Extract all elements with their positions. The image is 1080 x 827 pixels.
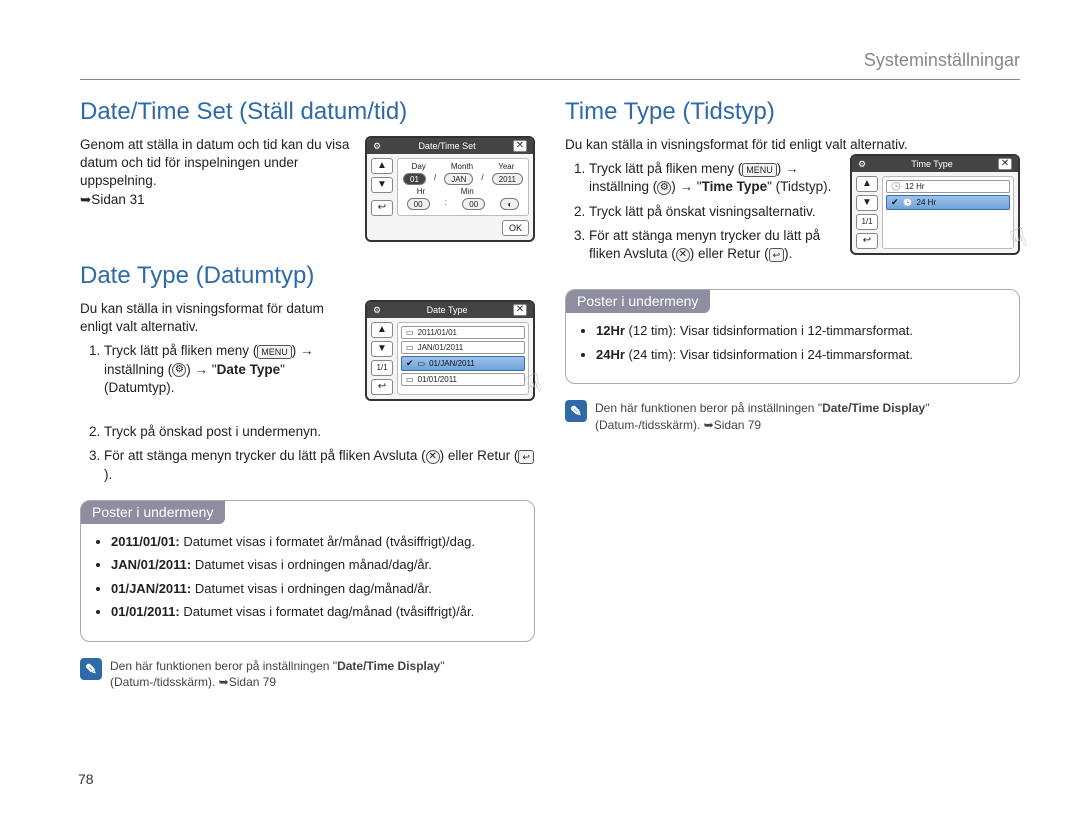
gear-icon: ⚙ [858,159,866,170]
step-1: Tryck lätt på fliken meny (MENU) → instä… [104,342,351,397]
submenu-time-type: Poster i undermeny 12Hr (12 tim): Visar … [565,289,1020,384]
submenu-item: 2011/01/01: Datumet visas i formatet år/… [111,533,516,551]
up-button[interactable]: ▲ [371,322,393,338]
down-button[interactable]: ▼ [371,177,393,193]
note-text: Den här funktionen beror på inställninge… [595,400,1020,432]
hand-icon: ☟ [1006,221,1031,256]
close-icon[interactable]: ✕ [513,140,527,152]
datetime-set-row: Genom att ställa in datum och tid kan du… [80,136,535,242]
close-icon[interactable]: ✕ [513,304,527,316]
return-button[interactable]: ↩ [371,379,393,395]
menu-icon: MENU [257,345,292,359]
page-header: Systeminställningar [80,50,1020,80]
menu-icon: MENU [742,163,777,177]
up-button[interactable]: ▲ [856,176,878,192]
gear-icon: ⚙ [373,141,381,152]
down-button[interactable]: ▼ [856,195,878,211]
section-title-date-type: Date Type (Datumtyp) [80,262,535,290]
step-1: Tryck lätt på fliken meny (MENU) → instä… [589,160,836,196]
date-type-steps-cont: Tryck på önskad post i undermenyn. För a… [80,423,535,484]
return-icon: ↩ [769,248,785,262]
step-3: För att stänga menyn trycker du lätt på … [589,227,836,263]
note-icon: ✎ [80,658,102,680]
submenu-header: Poster i undermeny [80,500,225,524]
step-2: Tryck lätt på önskat visningsalternativ. [589,203,836,221]
lcd-title: Date/Time Set [418,141,475,151]
note-icon: ✎ [565,400,587,422]
lcd-title: Date Type [427,305,468,315]
time-type-intro: Du kan ställa in visningsformat för tid … [565,136,1020,154]
left-column: Date/Time Set (Ställ datum/tid) Genom at… [80,98,535,690]
list-item[interactable]: ▭01/01/2011 [401,373,525,386]
submenu-item: 01/01/2011: Datumet visas i formatet dag… [111,603,516,621]
pager: 1/1 [371,360,393,376]
list-item-selected[interactable]: ✔▭01/JAN/2011 [401,356,525,371]
submenu-item: JAN/01/2011: Datumet visas i ordningen m… [111,556,516,574]
content-columns: Date/Time Set (Ställ datum/tid) Genom at… [80,98,1020,690]
time-type-row: Tryck lätt på fliken meny (MENU) → instä… [565,154,1020,269]
note-time-type: ✎ Den här funktionen beror på inställnin… [565,400,1020,432]
close-icon: ✕ [426,450,440,464]
submenu-item: 01/JAN/2011: Datumet visas i ordningen d… [111,580,516,598]
note-text: Den här funktionen beror på inställninge… [110,658,535,690]
step-3: För att stänga menyn trycker du lätt på … [104,447,535,483]
label-year: Year [498,162,514,171]
datetime-set-text: Genom att ställa in datum och tid kan du… [80,136,351,209]
return-icon: ↩ [518,450,534,464]
value-hr[interactable]: 00 [407,198,430,210]
breadcrumb: Systeminställningar [864,50,1020,70]
right-column: Time Type (Tidstyp) Du kan ställa in vis… [565,98,1020,690]
submenu-item: 12Hr (12 tim): Visar tidsinformation i 1… [596,322,1001,340]
pager: 1/1 [856,214,878,230]
value-day[interactable]: 01 [403,173,426,185]
lcd-title: Time Type [911,159,953,169]
list-item[interactable]: ▭2011/01/01 [401,326,525,339]
page-number: 78 [78,771,94,787]
down-button[interactable]: ▼ [371,341,393,357]
label-min: Min [461,187,474,196]
datetime-set-body: Genom att ställa in datum och tid kan du… [80,136,351,191]
value-year[interactable]: 2011 [492,173,523,185]
lcd-date-type: ⚙ Date Type ✕ ▲ ▼ 1/1 ↩ ▭2011/01/01 ▭JAN… [365,300,535,401]
hand-icon: ☟ [521,367,546,402]
datetime-set-ref: ➥Sidan 31 [80,191,351,209]
time-type-steps: Tryck lätt på fliken meny (MENU) → instä… [565,160,836,263]
step-2: Tryck på önskad post i undermenyn. [104,423,535,441]
list-item[interactable]: 🕒12 Hr [886,180,1010,193]
close-icon[interactable]: ✕ [998,158,1012,170]
list-item-selected[interactable]: ✔🕒24 Hr [886,195,1010,210]
ok-button[interactable]: OK [502,220,529,236]
date-type-steps: Tryck lätt på fliken meny (MENU) → instä… [80,342,351,397]
return-button[interactable]: ↩ [371,200,393,216]
label-hr: Hr [417,187,425,196]
gear-icon: ⚙ [172,363,186,377]
gear-icon: ⚙ [657,181,671,195]
submenu-header: Poster i undermeny [565,289,710,313]
date-type-row: Du kan ställa in visningsformat för datu… [80,300,535,403]
date-type-intro: Du kan ställa in visningsformat för datu… [80,300,351,336]
note-date-type: ✎ Den här funktionen beror på inställnin… [80,658,535,690]
submenu-item: 24Hr (24 tim): Visar tidsinformation i 2… [596,346,1001,364]
value-min[interactable]: 00 [462,198,485,210]
list-item[interactable]: ▭JAN/01/2011 [401,341,525,354]
lcd-datetime-set: ⚙ Date/Time Set ✕ ▲ ▼ ↩ Day Month [365,136,535,242]
label-month: Month [451,162,473,171]
section-title-time-type: Time Type (Tidstyp) [565,98,1020,126]
lcd-time-type: ⚙ Time Type ✕ ▲ ▼ 1/1 ↩ 🕒12 Hr ✔🕒24 Hr ☟ [850,154,1020,255]
submenu-date-type: Poster i undermeny 2011/01/01: Datumet v… [80,500,535,642]
section-title-datetime-set: Date/Time Set (Ställ datum/tid) [80,98,535,126]
return-button[interactable]: ↩ [856,233,878,249]
close-icon: ✕ [676,248,690,262]
gear-icon: ⚙ [373,305,381,316]
label-day: Day [412,162,426,171]
up-button[interactable]: ▲ [371,158,393,174]
value-month[interactable]: JAN [444,173,473,185]
am-icon[interactable]: ◐ [500,198,519,210]
